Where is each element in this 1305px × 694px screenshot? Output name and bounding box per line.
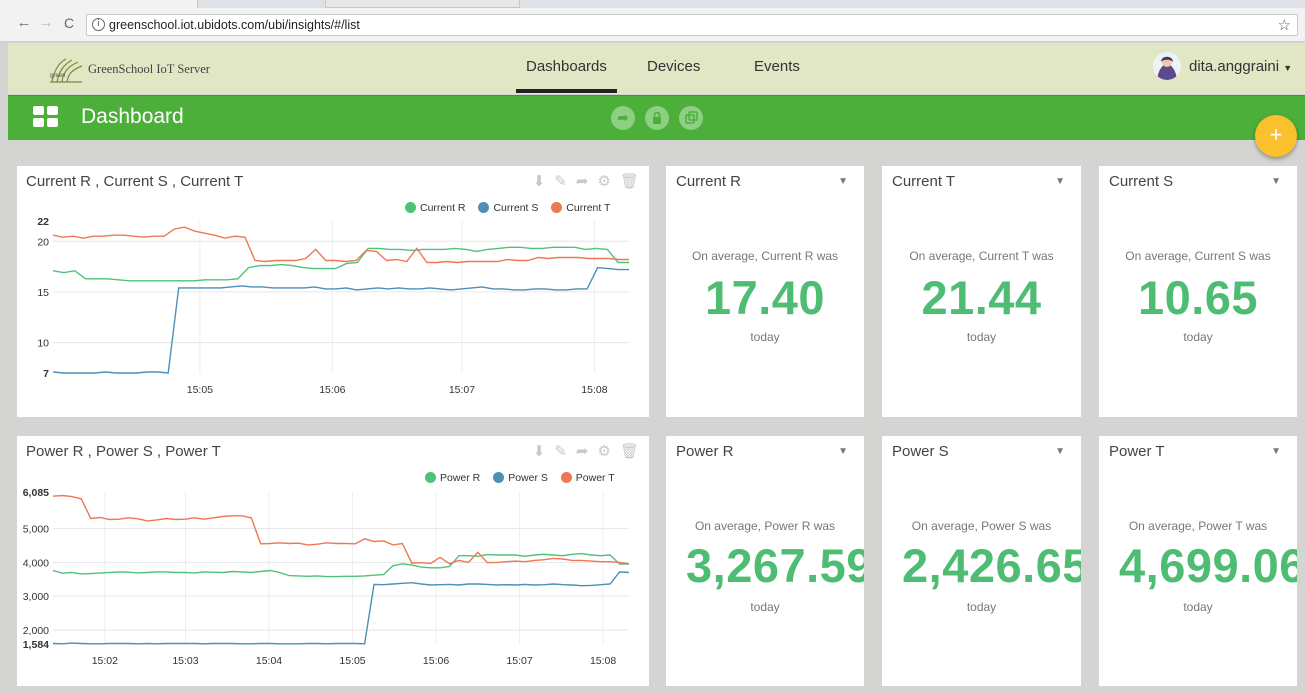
bookmark-star-icon[interactable]: ☆ (1278, 16, 1291, 34)
reload-icon[interactable]: C (61, 15, 77, 31)
y-tick-label: 5,000 (23, 524, 49, 536)
card-subtitle: On average, Power T was (1128, 519, 1268, 533)
add-widget-button[interactable]: + (1255, 115, 1297, 157)
card-title: Power T (1109, 443, 1165, 460)
chart-widget-power: Power R , Power S , Power T ⬇ ✎ ➦ ⚙ 🗑 Power … (17, 436, 649, 686)
card-value: 3,267.59 (686, 539, 864, 592)
address-bar[interactable]: i greenschool.iot.ubidots.com/ubi/insigh… (86, 14, 1298, 36)
y-tick-label: 10 (37, 338, 49, 350)
metric-card-current-s: Current S ▼ On average, Current S was 10… (1099, 166, 1297, 417)
duplicate-icon[interactable] (679, 106, 703, 130)
y-tick-label: 2,000 (23, 625, 49, 637)
card-value: 21.44 (921, 271, 1042, 324)
series-line-power-r[interactable] (52, 552, 629, 578)
chart-widget-current: Current R , Current S , Current T ⬇ ✎ ➦ ⚙ 🗑 … (17, 166, 649, 417)
metric-card-power-t: Power T ▼ On average, Power T was 4,699.… (1099, 436, 1297, 686)
greenschool-logo-icon[interactable]: green (48, 57, 84, 88)
card-period: today (966, 330, 997, 344)
card-subtitle: On average, Current S was (1125, 249, 1271, 263)
x-tick-label: 15:02 (92, 655, 118, 667)
power-line-chart[interactable]: 1,584 2,000 3,000 4,000 5,000 6,085 15:02 15:03… (17, 436, 649, 686)
avatar[interactable] (1153, 52, 1181, 80)
caret-down-icon[interactable]: ▼ (1055, 446, 1065, 457)
series-line-current-s[interactable] (52, 266, 629, 374)
card-period: today (1183, 600, 1213, 614)
y-tick-label: 6,085 (23, 487, 49, 499)
app-header: green GreenSchool IoT Server Dashboards … (8, 43, 1305, 94)
info-icon[interactable]: i (92, 18, 105, 31)
x-tick-label: 15:03 (172, 655, 198, 667)
back-icon[interactable]: ← (16, 15, 32, 31)
card-title: Current R (676, 173, 742, 190)
nav-devices[interactable]: Devices (647, 58, 700, 75)
caret-down-icon[interactable]: ▼ (838, 446, 848, 457)
app-logo-text[interactable]: GreenSchool IoT Server (88, 62, 210, 77)
chevron-down-icon: ▼ (1283, 63, 1293, 73)
y-tick-label: 15 (37, 287, 49, 299)
current-line-chart[interactable]: 7 10 15 20 22 15:05 15:06 15:07 15:08 (17, 166, 649, 417)
y-tick-label: 4,000 (23, 557, 49, 569)
caret-down-icon[interactable]: ▼ (838, 176, 848, 187)
x-tick-label: 15:07 (506, 655, 532, 667)
tab-strip (0, 0, 1305, 8)
svg-text:green: green (50, 73, 65, 79)
card-subtitle: On average, Power R was (694, 519, 836, 533)
x-tick-label: 15:08 (581, 384, 607, 396)
y-tick-label: 1,584 (23, 639, 49, 651)
username-text: dita.anggraini (1189, 58, 1280, 75)
browser-tab[interactable] (325, 0, 520, 8)
series-line-current-t[interactable] (52, 226, 629, 264)
caret-down-icon[interactable]: ▼ (1271, 176, 1281, 187)
card-period: today (750, 330, 780, 344)
y-tick-label: 22 (37, 216, 49, 228)
x-tick-label: 15:05 (339, 655, 365, 667)
page-title: Dashboard (81, 105, 184, 128)
series-line-power-t[interactable] (52, 494, 630, 565)
card-value: 17.40 (704, 271, 826, 324)
card-title: Current T (892, 173, 956, 190)
metric-card-power-r: Power R ▼ On average, Power R was 3,267.… (666, 436, 864, 686)
metric-card-current-t: Current T ▼ On average, Current T was 21… (882, 166, 1081, 417)
card-value: 2,426.65 (902, 539, 1081, 592)
metric-card-power-s: Power S ▼ On average, Power S was 2,426.… (882, 436, 1081, 686)
x-tick-label: 15:06 (423, 655, 449, 667)
card-subtitle: On average, Current T was (909, 249, 1054, 263)
series-line-current-r[interactable] (52, 246, 629, 282)
card-subtitle: On average, Current R was (691, 249, 839, 263)
lock-icon[interactable] (645, 106, 669, 130)
x-tick-label: 15:08 (590, 655, 616, 667)
y-tick-label: 3,000 (23, 591, 49, 603)
dashboard-bar: Dashboard ➦ (8, 95, 1305, 140)
card-title: Current S (1109, 173, 1174, 190)
x-tick-label: 15:04 (256, 655, 282, 667)
dashboard-grid-icon[interactable] (33, 106, 59, 128)
card-value: 10.65 (1137, 271, 1259, 324)
card-period: today (1183, 330, 1213, 344)
y-tick-label: 20 (37, 236, 49, 248)
y-tick-label: 7 (43, 368, 49, 380)
card-value: 4,699.06 (1119, 539, 1297, 592)
share-icon[interactable]: ➦ (611, 106, 635, 130)
x-tick-label: 15:05 (187, 384, 213, 396)
card-period: today (750, 600, 780, 614)
metric-card-current-r: Current R ▼ On average, Current R was 17… (666, 166, 864, 417)
forward-icon[interactable]: → (38, 15, 54, 31)
x-tick-label: 15:07 (449, 384, 475, 396)
username[interactable]: dita.anggraini ▼ (1189, 58, 1292, 75)
card-period: today (966, 600, 997, 614)
caret-down-icon[interactable]: ▼ (1271, 446, 1281, 457)
browser-toolbar: ← → C i greenschool.iot.ubidots.com/ubi/… (0, 0, 1305, 42)
url-text[interactable]: greenschool.iot.ubidots.com/ubi/insights… (109, 18, 360, 32)
browser-tab-active[interactable] (0, 0, 198, 8)
card-subtitle: On average, Power S was (911, 519, 1052, 533)
caret-down-icon[interactable]: ▼ (1055, 176, 1065, 187)
card-title: Power S (892, 443, 949, 460)
nav-dashboards[interactable]: Dashboards (516, 58, 617, 93)
series-line-power-s[interactable] (52, 571, 630, 645)
x-tick-label: 15:06 (319, 384, 345, 396)
card-title: Power R (676, 443, 734, 460)
nav-events[interactable]: Events (754, 58, 800, 75)
